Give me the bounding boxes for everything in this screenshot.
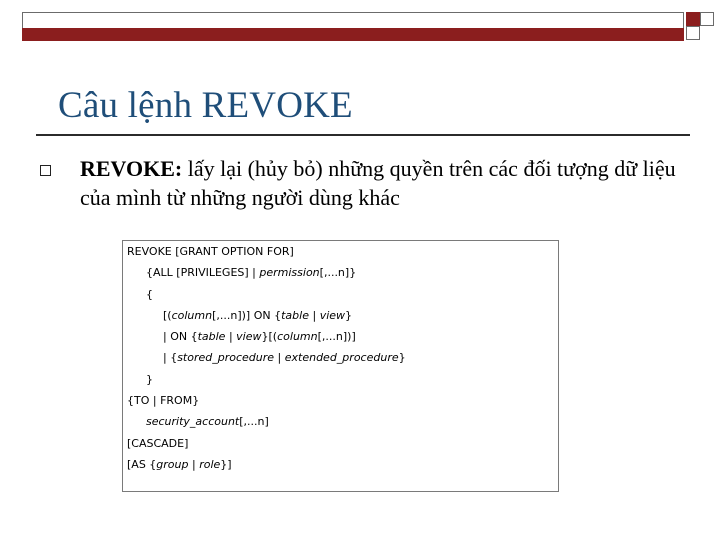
syntax-box: REVOKE [GRANT OPTION FOR] {ALL [PRIVILEG… bbox=[122, 240, 559, 492]
bullet-text: REVOKE: lấy lại (hủy bỏ) những quyền trê… bbox=[80, 154, 700, 212]
syntax-line: | {stored_procedure | extended_procedure… bbox=[163, 351, 406, 365]
header-square-icon bbox=[700, 12, 714, 26]
syntax-line: [CASCADE] bbox=[127, 436, 189, 450]
header-square-icon bbox=[686, 12, 700, 26]
syntax-line: | ON {table | view}[(column[,...n])] bbox=[163, 330, 356, 344]
bullet-label: REVOKE: bbox=[80, 156, 183, 181]
syntax-line: [AS {group | role}] bbox=[127, 457, 232, 471]
title-divider bbox=[36, 134, 690, 136]
syntax-line: {TO | FROM} bbox=[127, 394, 200, 408]
syntax-line: { bbox=[146, 287, 153, 301]
header-accent-bar bbox=[22, 28, 684, 41]
syntax-line: {ALL [PRIVILEGES] | permission[,...n]} bbox=[146, 266, 357, 280]
header-band bbox=[22, 12, 684, 29]
header-square-icon bbox=[686, 26, 700, 40]
slide-title: Câu lệnh REVOKE bbox=[58, 85, 353, 126]
syntax-line: security_account[,...n] bbox=[146, 415, 269, 429]
syntax-line: [(column[,...n])] ON {table | view} bbox=[163, 308, 353, 322]
square-bullet-icon bbox=[40, 165, 51, 176]
syntax-line: } bbox=[146, 372, 153, 386]
syntax-line: REVOKE [GRANT OPTION FOR] bbox=[127, 245, 294, 258]
